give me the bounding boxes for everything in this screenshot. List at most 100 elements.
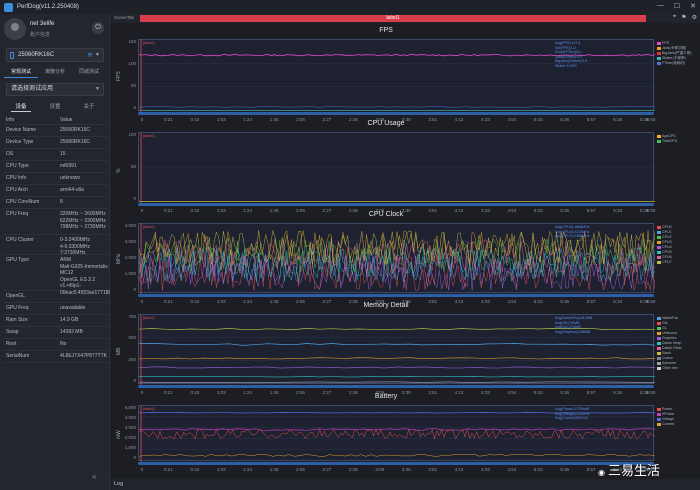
info-key: OS bbox=[6, 151, 14, 157]
legend-swatch bbox=[657, 245, 661, 249]
legend-item[interactable]: CPU6 bbox=[657, 255, 672, 259]
info-key: CPU Cluster bbox=[6, 237, 34, 243]
tab-discrete-analysis[interactable]: 离散分析 bbox=[38, 66, 72, 78]
legend-item[interactable]: NativePss bbox=[657, 316, 678, 320]
legend-item[interactable]: Dalvik Other bbox=[657, 346, 682, 350]
legend-label: Stack bbox=[662, 351, 671, 355]
legend-item[interactable]: TotalCPU bbox=[657, 139, 677, 143]
legend-item[interactable]: CPU2 bbox=[657, 235, 672, 239]
legend-label: CPU2 bbox=[662, 235, 672, 239]
legend-item[interactable]: Gfx bbox=[657, 321, 668, 325]
timeline-scrollbar[interactable] bbox=[138, 294, 654, 297]
y-axis-ticks: 5,000 4,000 3,000 2,000 1,000 0 bbox=[118, 405, 136, 461]
settings-icon[interactable]: ⚙ bbox=[692, 14, 697, 21]
scene-tab[interactable]: SceneTab bbox=[114, 15, 134, 20]
tab-normal-test[interactable]: 常规测试 bbox=[4, 66, 38, 78]
legend-item[interactable]: CPU5 bbox=[657, 250, 672, 254]
panel-title: FPS bbox=[379, 27, 393, 34]
legend-item[interactable]: VPower bbox=[657, 412, 675, 416]
plot-area[interactable]: [label1] Avg(Power):2730mW Avg(Voltage):4… bbox=[138, 405, 655, 462]
minimize-icon[interactable]: — bbox=[657, 2, 664, 10]
tab-device[interactable]: 设备 bbox=[11, 102, 31, 112]
info-value: 0-3:2400MHz 4-6:3300MHz 7:3730MHz bbox=[60, 237, 91, 256]
y-axis-ticks: 150 100 50 0 bbox=[118, 39, 136, 111]
account-info-link[interactable]: 账户信息 bbox=[30, 31, 50, 38]
legend-item[interactable]: AppCPU bbox=[657, 134, 676, 138]
legend-item[interactable]: Dalvik Heap bbox=[657, 341, 681, 345]
timeline-scrollbar[interactable] bbox=[138, 385, 654, 388]
y-tick-label: 2,000 bbox=[124, 255, 136, 260]
legend-item[interactable]: Voltage bbox=[657, 417, 674, 421]
y-tick-label: 250 bbox=[128, 356, 136, 362]
location-icon[interactable]: ⌖ bbox=[673, 14, 676, 21]
legend-item[interactable]: Ashmem bbox=[657, 361, 676, 365]
legend-item[interactable]: Stack bbox=[657, 351, 671, 355]
collapse-panel-icon[interactable]: « bbox=[92, 472, 96, 481]
series-line bbox=[139, 453, 655, 457]
legend-item[interactable]: CPU7 bbox=[657, 260, 672, 264]
log-bar[interactable]: Log bbox=[110, 479, 700, 490]
info-value: unavailable bbox=[60, 305, 86, 311]
info-row: OS 15 bbox=[4, 149, 108, 161]
timeline-scrollbar[interactable] bbox=[138, 462, 654, 465]
log-label[interactable]: Log bbox=[114, 481, 123, 487]
legend-item[interactable]: Cursor bbox=[657, 356, 673, 360]
flag-icon[interactable]: ⚑ bbox=[681, 14, 686, 21]
legend-item[interactable]: GL bbox=[657, 326, 667, 330]
timeline-scrollbar[interactable] bbox=[138, 203, 654, 206]
power-icon[interactable]: ⏻ bbox=[92, 22, 104, 34]
maximize-icon[interactable]: ☐ bbox=[674, 2, 680, 10]
plot-area[interactable]: [label1] bbox=[138, 132, 655, 203]
legend-item[interactable]: CPU1 bbox=[657, 230, 672, 234]
legend-swatch bbox=[657, 351, 661, 355]
series-line bbox=[139, 357, 655, 360]
legend-item[interactable]: CPU4 bbox=[657, 245, 672, 249]
legend-item[interactable]: CPU0 bbox=[657, 225, 672, 229]
legend-label: Dalvik Other bbox=[662, 346, 682, 350]
legend-item[interactable]: Power bbox=[657, 407, 672, 411]
series-line bbox=[139, 375, 655, 378]
info-row: SerialNum 4L8EJ7X47P877TTK bbox=[4, 351, 108, 363]
close-icon[interactable]: ✕ bbox=[690, 2, 696, 10]
legend-swatch bbox=[657, 356, 661, 360]
chart-svg bbox=[139, 133, 655, 203]
legend-item[interactable]: CPU3 bbox=[657, 240, 672, 244]
label-bar[interactable]: label1 bbox=[140, 15, 646, 22]
panel-title: CPU Usage bbox=[367, 120, 405, 127]
plot-area[interactable]: [label1] Avg(CPU0):1868MHz Avg(CPU4):2210… bbox=[138, 223, 655, 294]
device-select[interactable]: 25060RK16C ≋ ▼ bbox=[6, 48, 104, 62]
timeline-scrollbar[interactable] bbox=[138, 112, 654, 115]
info-row: GPU Freq unavailable bbox=[4, 303, 108, 315]
x-tick-label: 2:06 bbox=[296, 467, 305, 472]
tab-settings[interactable]: 设置 bbox=[45, 102, 64, 112]
legend-item[interactable]: FTime(帧耗时) bbox=[657, 61, 685, 66]
user-name: net 3elife bbox=[30, 21, 55, 27]
legend-item[interactable]: Unknown bbox=[657, 331, 677, 335]
plot-area[interactable]: [label1] Avg(FPS):117.8 Var(FPS):1.2 Drop… bbox=[138, 39, 655, 112]
legend-swatch bbox=[657, 412, 661, 416]
legend-swatch bbox=[657, 331, 661, 335]
legend-label: Jank(卡顿次数) bbox=[662, 46, 687, 50]
tab-same-city-test[interactable]: 同城测试 bbox=[72, 66, 106, 78]
series-line bbox=[139, 428, 655, 440]
legend-item[interactable]: Graphics bbox=[657, 336, 676, 340]
info-key: Root bbox=[6, 341, 17, 347]
info-value: No bbox=[60, 341, 67, 347]
legend-label: FPS bbox=[662, 41, 669, 45]
info-value: Value bbox=[60, 117, 73, 123]
legend-swatch bbox=[657, 321, 661, 325]
legend-item[interactable]: FPS bbox=[657, 41, 669, 45]
legend-item[interactable]: Current bbox=[657, 422, 674, 426]
avatar[interactable] bbox=[4, 18, 26, 40]
chart-panel-memory-detail: Memory Detail MB 750 500 250 0 [label1] Avg(Nat… bbox=[110, 301, 682, 400]
plot-area[interactable]: [label1] Avg(NativePss):512MB Avg(Gfx):96… bbox=[138, 314, 655, 385]
legend-swatch bbox=[657, 361, 661, 365]
app-select[interactable]: 请选择测试应用 ▼ bbox=[6, 83, 104, 96]
panel-title: Battery bbox=[374, 393, 398, 400]
info-row: Swap 14383 MB bbox=[4, 327, 108, 339]
tab-about[interactable]: 关于 bbox=[79, 102, 98, 112]
legend-item[interactable]: Other dev bbox=[657, 366, 678, 370]
info-tabs: 设备 设置 关于 bbox=[4, 102, 106, 112]
x-tick-label: 2:27 bbox=[322, 467, 332, 472]
y-tick-label: 0 bbox=[133, 196, 136, 201]
